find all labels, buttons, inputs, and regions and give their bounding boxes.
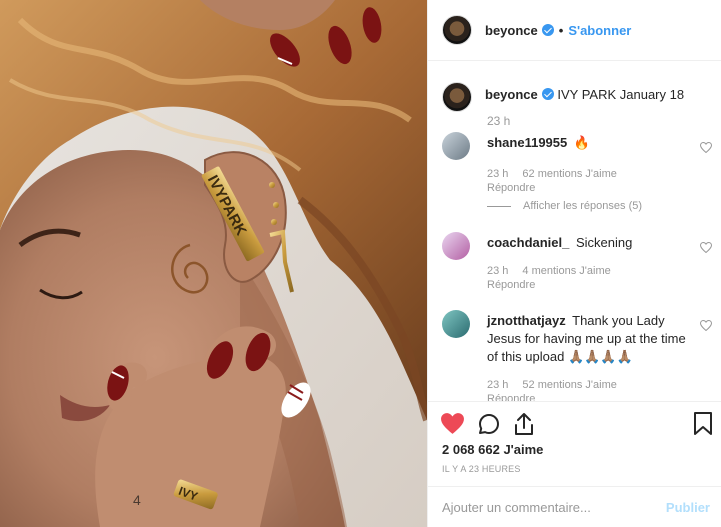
comment-age: 23 h	[487, 168, 509, 180]
post-timestamp[interactable]: IL Y A 23 HEURES	[442, 464, 521, 474]
verified-icon	[541, 88, 554, 100]
post-header: beyonce • S'abonner	[428, 0, 721, 61]
photo-illustration: IVYPARK IVY 4	[0, 0, 427, 527]
comment-avatar[interactable]	[442, 132, 470, 160]
reply-button[interactable]: Répondre	[487, 278, 611, 292]
post-sidebar: beyonce • S'abonner beyonce IVY PARK Jan…	[427, 0, 721, 527]
comment-text: Sickening	[576, 235, 633, 250]
add-comment-bar: Ajouter un commentaire... Publier	[428, 486, 721, 527]
action-bar	[428, 401, 721, 441]
caption: beyonce IVY PARK January 18	[442, 82, 684, 112]
comment-avatar[interactable]	[442, 232, 470, 260]
heart-icon[interactable]	[440, 412, 465, 435]
comment-likes[interactable]: 62 mentions J'aime	[522, 168, 616, 180]
comment-age: 23 h	[487, 379, 509, 391]
comment-age: 23 h	[487, 265, 509, 277]
svg-text:4: 4	[133, 492, 141, 508]
caption-avatar[interactable]	[442, 82, 472, 112]
separator-dot: •	[558, 22, 564, 38]
comment-avatar[interactable]	[442, 310, 470, 338]
publish-button[interactable]: Publier	[666, 500, 710, 515]
like-count[interactable]: 2 068 662 J'aime	[442, 442, 543, 457]
avatar[interactable]	[442, 15, 472, 45]
comments-list[interactable]: beyonce IVY PARK January 18 23 h shane11…	[428, 62, 721, 401]
caption-username[interactable]: beyonce	[485, 87, 538, 102]
comment-username[interactable]: shane119955	[487, 135, 567, 150]
heart-outline-icon[interactable]	[700, 142, 712, 153]
share-icon[interactable]	[513, 412, 535, 436]
verified-icon	[541, 24, 554, 36]
comment-input[interactable]: Ajouter un commentaire...	[442, 500, 666, 515]
heart-outline-icon[interactable]	[700, 320, 712, 331]
bookmark-icon[interactable]	[694, 412, 712, 436]
view-replies-button[interactable]: Afficher les réponses (5)	[487, 200, 642, 212]
view-replies-label: Afficher les réponses (5)	[523, 200, 643, 212]
caption-age: 23 h	[487, 114, 511, 128]
follow-button[interactable]: S'abonner	[568, 23, 631, 38]
instagram-post-view: IVYPARK IVY 4 beyonce • S'abonner beyonc…	[0, 0, 721, 527]
header-username[interactable]: beyonce	[485, 23, 538, 38]
comment-username[interactable]: jznotthatjayz	[487, 313, 566, 328]
post-photo[interactable]: IVYPARK IVY 4	[0, 0, 427, 527]
comment-likes[interactable]: 52 mentions J'aime	[522, 379, 616, 391]
comment-icon[interactable]	[477, 412, 501, 436]
comment-username[interactable]: coachdaniel_	[487, 235, 569, 250]
comment-likes[interactable]: 4 mentions J'aime	[522, 265, 610, 277]
list-item: jznotthatjayz Thank you Lady Jesus for h…	[442, 310, 712, 401]
reply-button[interactable]: Répondre	[487, 181, 617, 195]
reply-button[interactable]: Répondre	[487, 392, 617, 401]
caption-text: IVY PARK January 18	[557, 87, 685, 102]
comment-text: 🔥	[573, 135, 591, 150]
list-item: coachdaniel_ Sickening 23 h 4 mentions J'…	[442, 232, 712, 292]
heart-outline-icon[interactable]	[700, 242, 712, 253]
